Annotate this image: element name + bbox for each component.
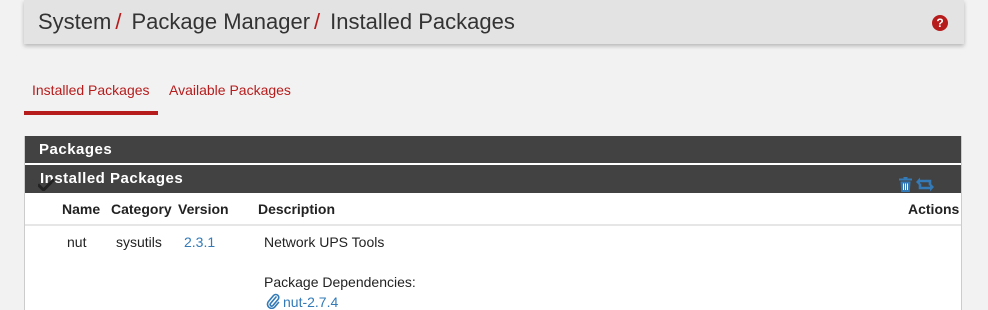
breadcrumb-item-package-manager[interactable]: Package Manager: [131, 9, 310, 34]
package-version-link[interactable]: 2.3.1: [184, 234, 215, 250]
header-divider: [25, 224, 961, 226]
package-dependencies-label: Package Dependencies:: [264, 274, 416, 290]
packages-table: Name Category Version Description Action…: [25, 193, 961, 303]
column-header-version[interactable]: Version: [178, 201, 229, 217]
breadcrumb: System / Package Manager / Installed Package…: [38, 9, 515, 35]
breadcrumb-item-installed-packages: Installed Packages: [330, 9, 515, 34]
trash-icon[interactable]: [899, 177, 912, 192]
panel-subtitle: Installed Packages: [25, 165, 961, 193]
tab-available-packages[interactable]: Available Packages: [169, 74, 291, 114]
breadcrumb-separator: /: [115, 9, 122, 34]
column-header-name[interactable]: Name: [62, 201, 100, 217]
column-header-description[interactable]: Description: [258, 201, 335, 217]
package-name: nut: [67, 234, 87, 250]
tab-installed-packages[interactable]: Installed Packages: [24, 74, 158, 115]
question-circle-icon[interactable]: ?: [932, 15, 948, 31]
reinstall-icon[interactable]: [915, 177, 935, 192]
package-description: Network UPS Tools: [264, 234, 385, 250]
package-category: sysutils: [116, 234, 162, 250]
checkmark-icon: [38, 179, 54, 191]
dependency-link[interactable]: nut-2.7.4: [283, 294, 338, 310]
breadcrumb-separator: /: [314, 9, 321, 34]
breadcrumb-item-system[interactable]: System: [38, 9, 111, 34]
column-header-category[interactable]: Category: [111, 201, 172, 217]
paperclip-icon: [266, 293, 280, 309]
breadcrumb-bar: System / Package Manager / Installed Package…: [24, 0, 964, 44]
packages-panel: Packages Installed Packages Name Categor…: [24, 136, 962, 310]
column-header-actions: Actions: [908, 201, 960, 217]
panel-title: Packages: [25, 136, 961, 163]
